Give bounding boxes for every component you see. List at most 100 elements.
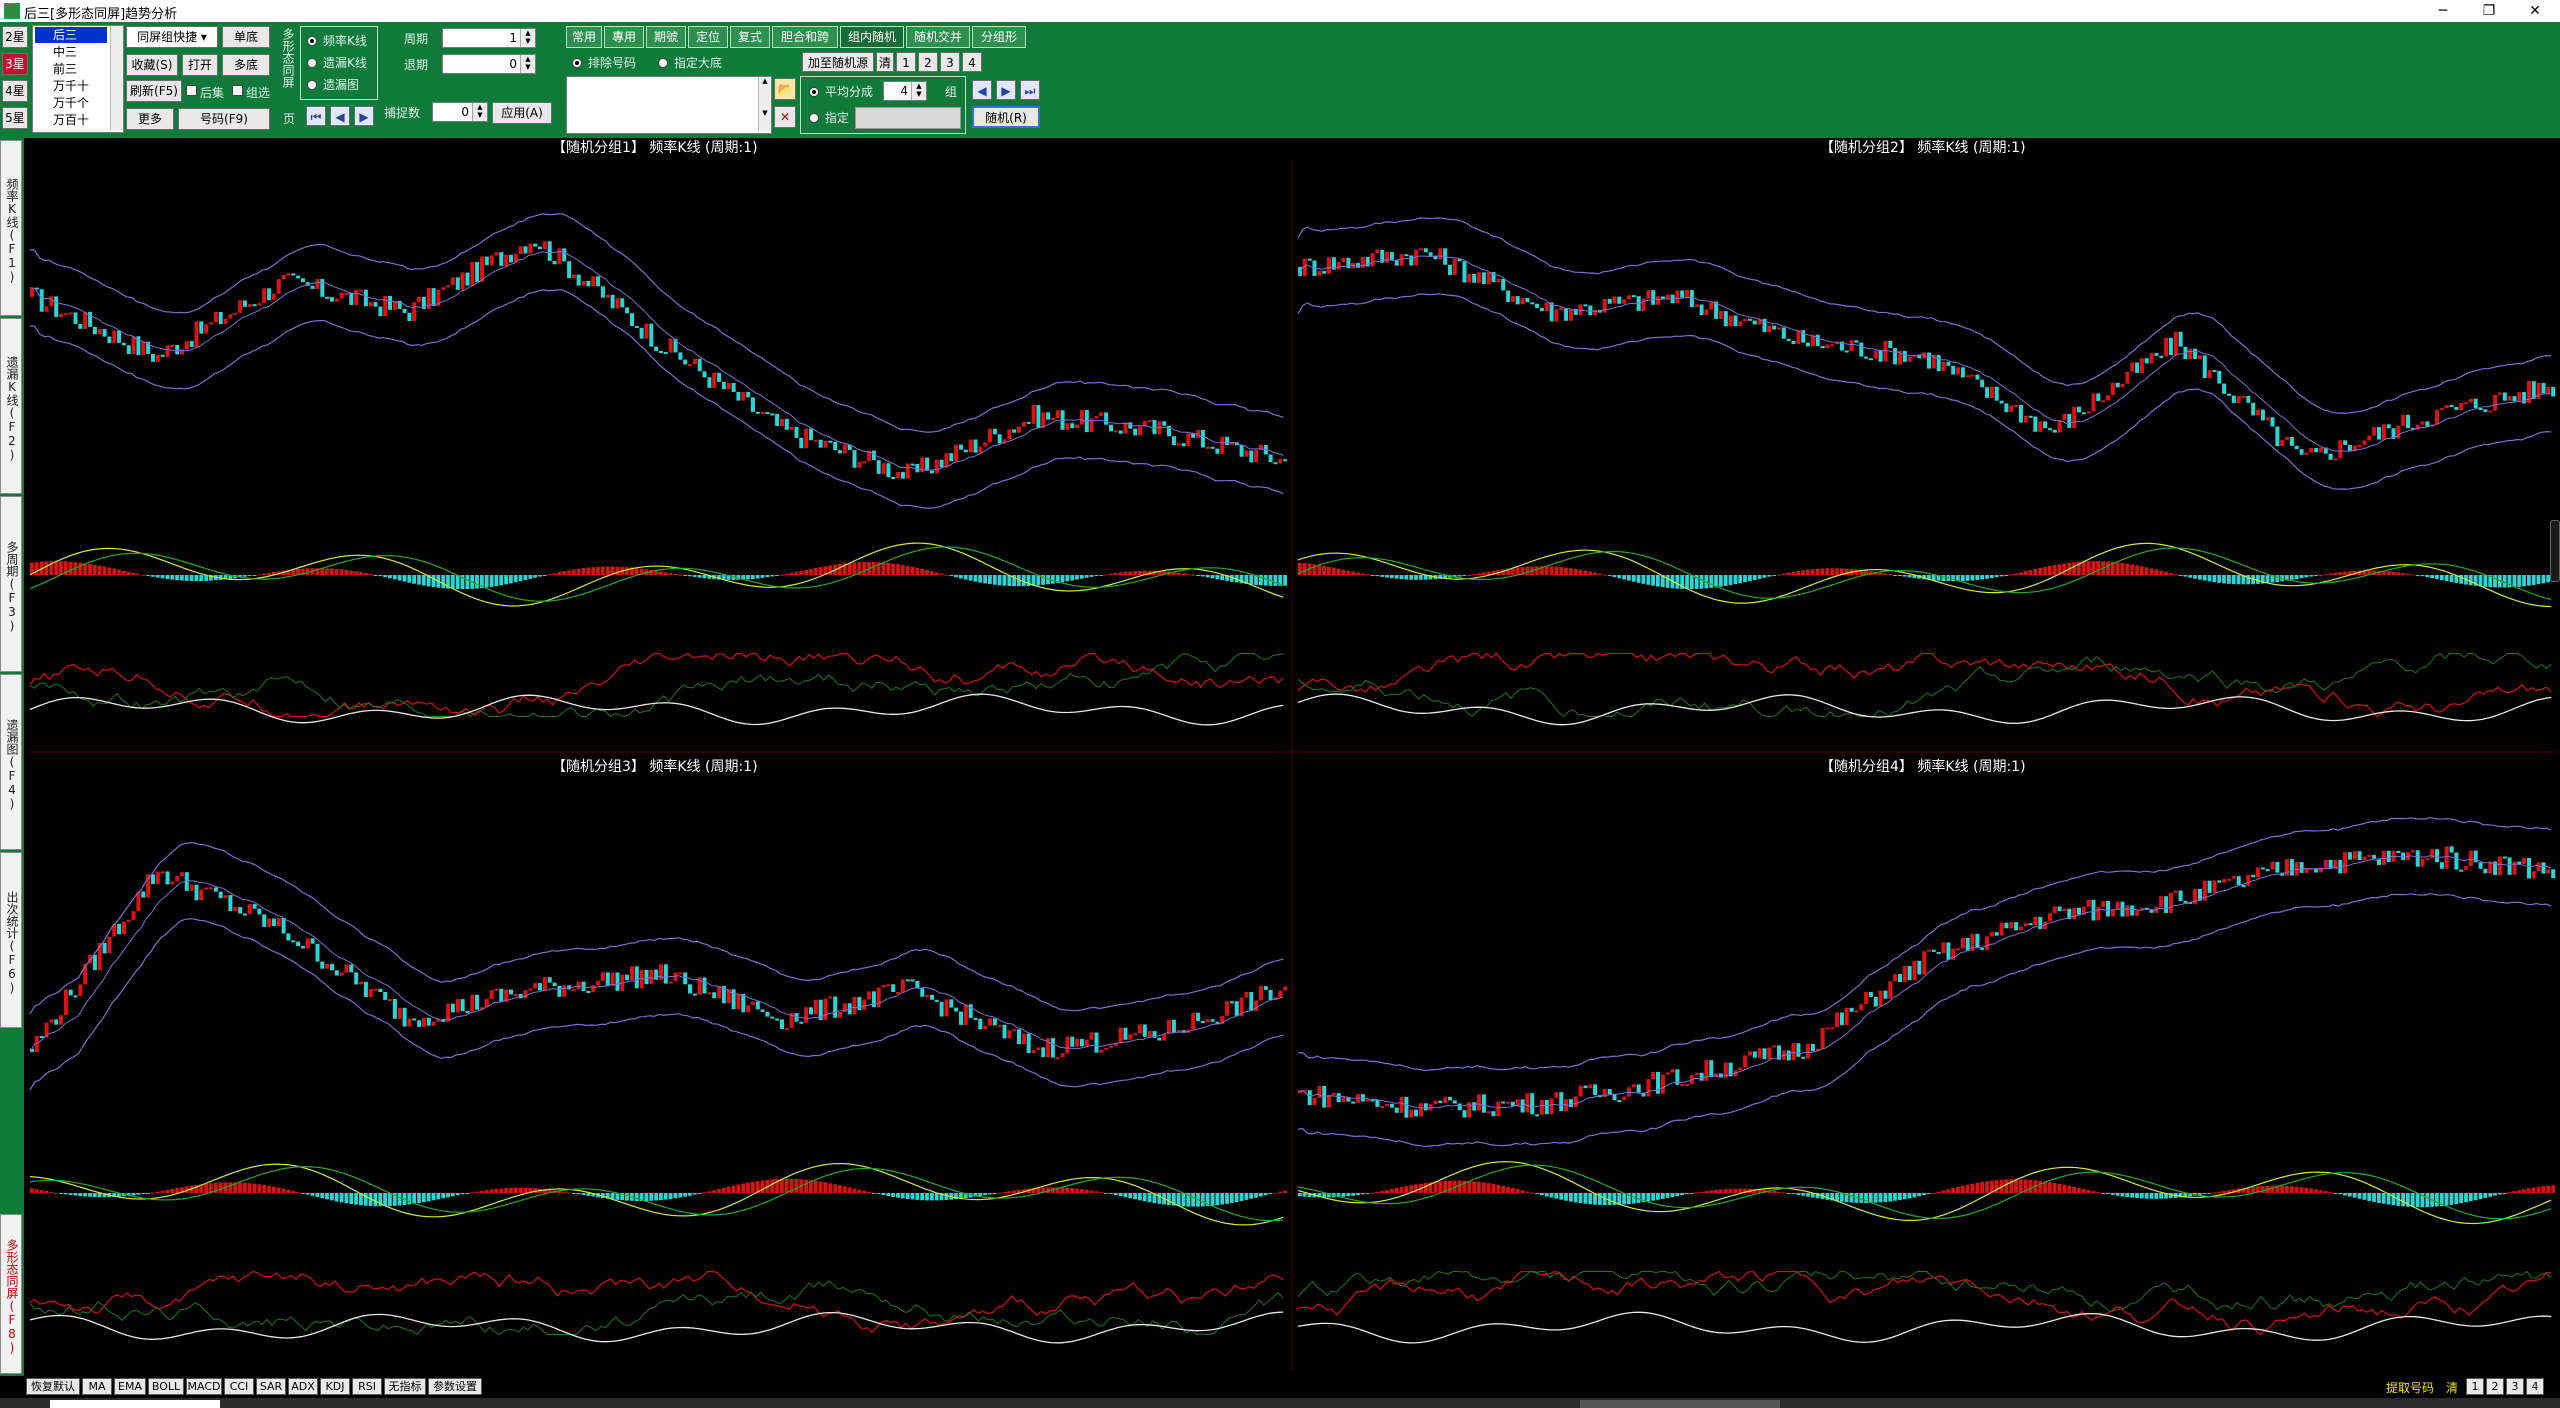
kline-candle <box>1055 410 1060 418</box>
macd-bar <box>557 572 562 575</box>
kline-candle <box>102 943 107 954</box>
kline-candle <box>1186 433 1191 447</box>
kline-candle <box>480 256 484 282</box>
extract-button-1[interactable]: 1 <box>2466 1378 2484 1395</box>
macd-bar <box>2139 1193 2144 1199</box>
kline-candle <box>455 999 460 1013</box>
kline-candle <box>852 450 857 468</box>
macd-button[interactable]: MACD <box>186 1378 222 1395</box>
macd-bar <box>586 1193 591 1196</box>
extract-button-3[interactable]: 3 <box>2506 1378 2524 1395</box>
macd-bar <box>1868 1193 1873 1203</box>
macd-bar <box>1564 1193 1568 1201</box>
macd-bar <box>659 571 663 575</box>
macd-bar <box>1588 1193 1593 1205</box>
macd-bar <box>518 575 523 582</box>
macd-bar <box>1457 1180 1462 1193</box>
kline-candle <box>939 1001 944 1017</box>
restore-default-button[interactable]: 恢复默认 <box>26 1378 80 1395</box>
chart-scroll-handle[interactable] <box>2550 520 2560 582</box>
param-settings-button[interactable]: 参数设置 <box>428 1378 482 1395</box>
kline-candle <box>683 359 688 365</box>
boll-mid-line <box>29 880 1284 1053</box>
kline-candle <box>1065 1036 1070 1054</box>
kline-candle <box>2449 846 2454 853</box>
macd-bar <box>988 1193 992 1195</box>
kline-candle <box>426 1017 431 1026</box>
kline-candle <box>1757 1048 1762 1058</box>
macd-bar <box>1283 575 1287 586</box>
kline-candle <box>649 969 654 985</box>
macd-bar <box>2372 1193 2376 1202</box>
boll-button[interactable]: BOLL <box>148 1378 184 1395</box>
ema-button[interactable]: EMA <box>114 1378 146 1395</box>
macd-bar <box>1491 1183 1496 1193</box>
kline-candle <box>813 999 818 1015</box>
macd-bar <box>1893 1193 1897 1201</box>
kline-candle <box>1883 340 1888 362</box>
kline-candle <box>2256 867 2260 878</box>
kline-candle <box>1704 309 1709 316</box>
rsi-button[interactable]: RSI <box>352 1378 382 1395</box>
extract-button-4[interactable]: 4 <box>2526 1378 2544 1395</box>
kline-candle <box>1486 1111 1491 1114</box>
macd-bar <box>983 575 987 584</box>
macd-bar <box>1718 1189 1723 1193</box>
kline-candle <box>1893 974 1898 982</box>
kline-candle <box>809 428 813 441</box>
kline-candle <box>1036 1047 1041 1050</box>
kline-candle <box>78 984 83 996</box>
kline-candle <box>1728 315 1733 327</box>
kline-candle <box>412 302 417 321</box>
kline-candle <box>334 970 339 976</box>
kline-candle <box>373 302 378 307</box>
kline-candle <box>349 292 354 305</box>
macd-bar <box>1215 1193 1220 1206</box>
kline-candle <box>257 908 262 915</box>
macd-bar <box>1660 1193 1665 1199</box>
kline-candle <box>136 336 141 355</box>
kline-candle <box>2231 395 2236 403</box>
cci-button[interactable]: CCI <box>224 1378 254 1395</box>
ma-button[interactable]: MA <box>82 1378 112 1395</box>
macd-bar <box>1975 1182 1980 1193</box>
macd-bar <box>126 571 131 575</box>
extract-button-2[interactable]: 2 <box>2486 1378 2504 1395</box>
macd-bar <box>189 575 194 581</box>
macd-bar <box>1448 1180 1452 1193</box>
sar-button[interactable]: SAR <box>256 1378 286 1395</box>
macd-bar <box>1123 1193 1128 1198</box>
kline-candle <box>683 972 688 985</box>
kline-candle <box>881 985 886 988</box>
kline-candle <box>2454 407 2459 410</box>
macd-bar <box>891 1193 895 1197</box>
kline-candle <box>1075 1038 1080 1047</box>
kline-candle <box>712 992 717 999</box>
macd-bar <box>2531 1187 2536 1193</box>
macd-bar <box>896 564 900 575</box>
kline-candle <box>2546 869 2551 874</box>
adx-button[interactable]: ADX <box>288 1378 318 1395</box>
kline-candle <box>2343 852 2348 874</box>
kdj-button[interactable]: KDJ <box>320 1378 350 1395</box>
kline-candle <box>1709 1060 1714 1077</box>
no-indicator-button[interactable]: 无指标 <box>384 1378 426 1395</box>
macd-bar <box>1675 1193 1680 1197</box>
kline-candle <box>707 377 712 388</box>
kline-candle <box>1680 1084 1685 1087</box>
macd-bar <box>668 1193 673 1199</box>
kline-candle <box>1767 325 1772 333</box>
kline-candle <box>267 918 272 927</box>
kline-candle <box>867 991 872 1000</box>
macd-bar <box>1917 1193 1922 1197</box>
kline-candle <box>1748 318 1752 321</box>
kline-candle <box>625 307 630 314</box>
macd-bar <box>663 1193 668 1200</box>
macd-bar <box>359 572 363 575</box>
macd-bar <box>83 1193 87 1197</box>
extract-clear[interactable]: 清 <box>2446 1379 2458 1396</box>
macd-bar <box>175 575 179 581</box>
macd-bar <box>1985 575 1989 579</box>
macd-bar <box>915 1193 920 1200</box>
kline-candle <box>1026 1033 1031 1053</box>
